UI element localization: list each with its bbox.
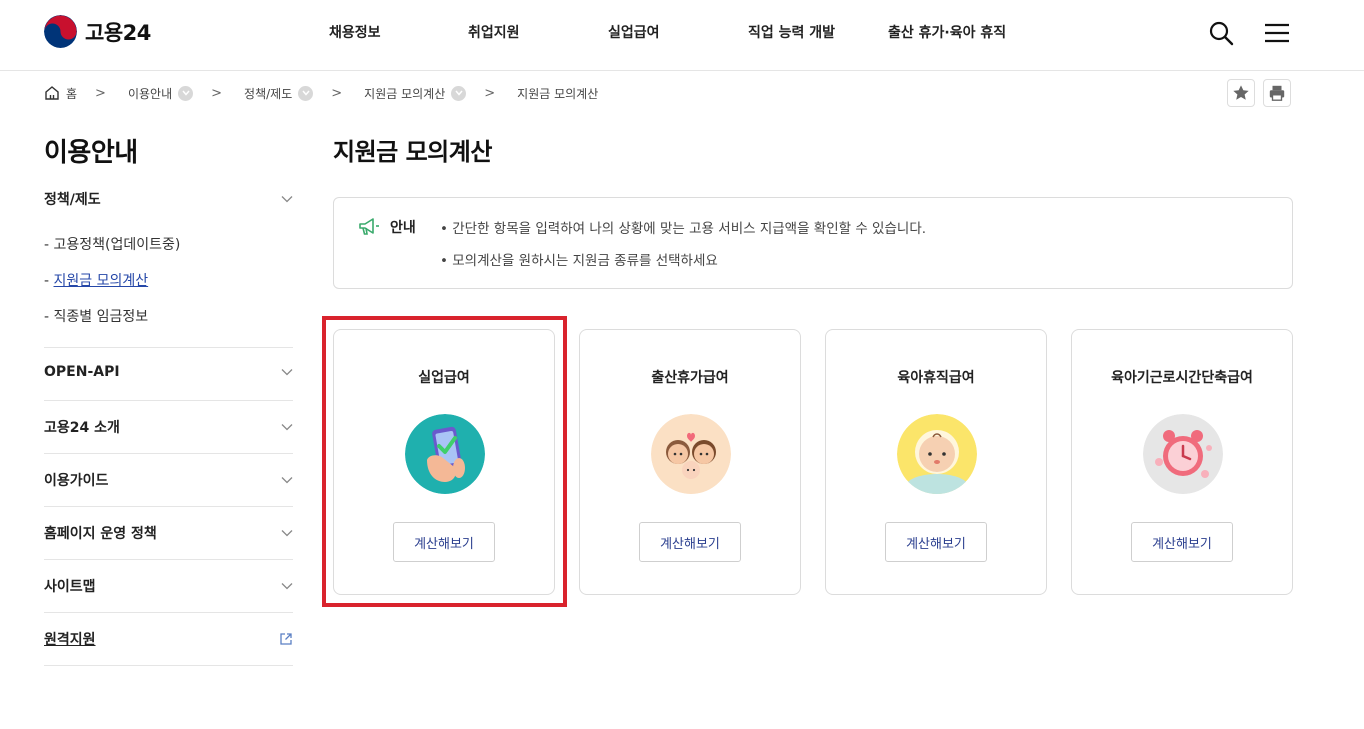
chevron-down-icon bbox=[281, 369, 293, 376]
logo-text: 고용24 bbox=[85, 20, 151, 45]
alarm-clock-icon bbox=[1143, 414, 1223, 494]
sidebar-menu: 정책/제도 - 고용정책(업데이트중) - 지원금 모의계산 - 직종별 임금정… bbox=[44, 188, 293, 666]
nav-item-unemployment-benefit[interactable]: 실업급여 bbox=[608, 22, 660, 42]
breadcrumb-current-label: 지원금 모의계산 bbox=[517, 86, 599, 101]
star-icon bbox=[1233, 85, 1249, 100]
sidebar-group-operation-policy: 홈페이지 운영 정책 bbox=[44, 507, 293, 560]
card-unemployment-benefit[interactable]: 실업급여 계산해보기 bbox=[333, 329, 555, 595]
sidebar-item-label: OPEN-API bbox=[44, 364, 120, 380]
sidebar-title: 이용안내 bbox=[44, 138, 138, 168]
sidebar-group-policy: 정책/제도 - 고용정책(업데이트중) - 지원금 모의계산 - 직종별 임금정… bbox=[44, 188, 293, 348]
sidebar-sub-simulation[interactable]: - 지원금 모의계산 bbox=[44, 270, 148, 290]
sidebar-item-policy[interactable]: 정책/제도 bbox=[44, 188, 293, 210]
notice-box: 안내 • 간단한 항목을 입력하여 나의 상황에 맞는 고용 서비스 지급액을 … bbox=[333, 197, 1293, 289]
home-icon bbox=[45, 86, 59, 100]
breadcrumb-home-label: 홈 bbox=[66, 86, 78, 101]
chevron-right-icon: > bbox=[331, 85, 343, 101]
baby-icon bbox=[897, 414, 977, 494]
breadcrumb-simulation-label: 지원금 모의계산 bbox=[364, 86, 446, 101]
chevron-down-icon bbox=[281, 196, 293, 203]
chevron-down-icon[interactable] bbox=[178, 85, 194, 101]
breadcrumb-guide-label: 이용안내 bbox=[127, 86, 173, 101]
phone-check-icon bbox=[405, 414, 485, 494]
site-header: 고용24 채용정보 취업지원 실업급여 직업 능력 개발 출산 휴가·육아 휴직 bbox=[0, 0, 1364, 71]
sidebar-sub-prefix: - bbox=[44, 273, 54, 289]
print-button[interactable] bbox=[1263, 79, 1291, 107]
sidebar-item-about[interactable]: 고용24 소개 bbox=[44, 417, 293, 437]
sidebar-sub-employment-policy[interactable]: - 고용정책(업데이트중) bbox=[44, 234, 180, 254]
calculate-button[interactable]: 계산해보기 bbox=[639, 522, 741, 562]
hamburger-icon[interactable] bbox=[1264, 20, 1290, 46]
sidebar-group-about: 고용24 소개 bbox=[44, 401, 293, 454]
favorite-button[interactable] bbox=[1227, 79, 1255, 107]
chevron-down-icon bbox=[281, 477, 293, 484]
sidebar-item-label: 고용24 소개 bbox=[44, 420, 120, 436]
card-title: 육아휴직급여 bbox=[897, 370, 975, 386]
card-title: 육아기근로시간단축급여 bbox=[1111, 370, 1253, 386]
breadcrumb-guide[interactable]: 이용안내 bbox=[127, 85, 194, 102]
search-icon[interactable] bbox=[1208, 20, 1234, 46]
breadcrumb-policy-label: 정책/제도 bbox=[244, 86, 293, 101]
notice-label-text: 안내 bbox=[390, 220, 416, 236]
card-maternity-benefit[interactable]: 출산휴가급여 계산해보기 bbox=[579, 329, 801, 595]
breadcrumb: 홈 > 이용안내 > 정책/제도 > 지원금 모의계산 > 지원금 모의계산 bbox=[44, 82, 598, 104]
sidebar-item-label: 홈페이지 운영 정책 bbox=[44, 526, 157, 542]
megaphone-icon bbox=[359, 218, 379, 235]
sidebar-item-remote-support[interactable]: 원격지원 bbox=[44, 629, 293, 649]
chevron-down-icon bbox=[281, 424, 293, 431]
sidebar-sub-simulation-label: 지원금 모의계산 bbox=[53, 273, 149, 289]
notice-label: 안내 bbox=[358, 217, 416, 237]
notice-line: • 모의계산을 원하시는 지원금 종류를 선택하세요 bbox=[440, 253, 718, 269]
breadcrumb-current: 지원금 모의계산 bbox=[517, 85, 598, 102]
card-reduced-hours-benefit[interactable]: 육아기근로시간단축급여 계산해보기 bbox=[1071, 329, 1293, 595]
breadcrumb-home[interactable]: 홈 bbox=[44, 85, 77, 102]
nav-item-employment-support[interactable]: 취업지원 bbox=[468, 22, 520, 42]
chevron-right-icon: > bbox=[484, 85, 496, 101]
sidebar-group-guide: 이용가이드 bbox=[44, 454, 293, 507]
sidebar-item-operation-policy[interactable]: 홈페이지 운영 정책 bbox=[44, 523, 293, 543]
chevron-down-icon bbox=[281, 530, 293, 537]
breadcrumb-simulation[interactable]: 지원금 모의계산 bbox=[364, 85, 467, 102]
page-title: 지원금 모의계산 bbox=[333, 138, 492, 166]
breadcrumb-policy[interactable]: 정책/제도 bbox=[244, 85, 314, 102]
sidebar-group-openapi: OPEN-API bbox=[44, 348, 293, 401]
chevron-down-icon[interactable] bbox=[451, 85, 467, 101]
nav-item-jobs[interactable]: 채용정보 bbox=[329, 22, 381, 42]
external-link-icon bbox=[280, 633, 292, 645]
sidebar-item-label: 원격지원 bbox=[44, 632, 96, 648]
card-parental-leave-benefit[interactable]: 육아휴직급여 계산해보기 bbox=[825, 329, 1047, 595]
card-title: 출산휴가급여 bbox=[651, 370, 729, 386]
sidebar-item-openapi[interactable]: OPEN-API bbox=[44, 364, 293, 380]
chevron-right-icon: > bbox=[95, 85, 106, 101]
card-title: 실업급여 bbox=[418, 370, 470, 386]
notice-line: • 간단한 항목을 입력하여 나의 상황에 맞는 고용 서비스 지급액을 확인할… bbox=[440, 221, 927, 237]
calculate-button[interactable]: 계산해보기 bbox=[393, 522, 495, 562]
print-icon bbox=[1269, 85, 1285, 101]
sidebar-item-label: 정책/제도 bbox=[44, 192, 101, 208]
chevron-right-icon: > bbox=[211, 85, 223, 101]
couple-baby-icon bbox=[651, 414, 731, 494]
sidebar-item-label: 이용가이드 bbox=[44, 473, 109, 489]
sidebar-group-sitemap: 사이트맵 bbox=[44, 560, 293, 613]
chevron-down-icon[interactable] bbox=[298, 85, 314, 101]
calculate-button[interactable]: 계산해보기 bbox=[885, 522, 987, 562]
sidebar-sub-wage-info[interactable]: - 직종별 임금정보 bbox=[44, 306, 148, 326]
sidebar-group-remote: 원격지원 bbox=[44, 613, 293, 666]
nav-item-job-skills[interactable]: 직업 능력 개발 bbox=[748, 22, 835, 42]
site-logo[interactable]: 고용24 bbox=[44, 15, 151, 48]
chevron-down-icon bbox=[281, 583, 293, 590]
taegeuk-logo-icon bbox=[44, 15, 77, 48]
nav-item-parental-leave[interactable]: 출산 휴가·육아 휴직 bbox=[888, 22, 1006, 42]
sidebar-item-guide[interactable]: 이용가이드 bbox=[44, 470, 293, 490]
sidebar-item-sitemap[interactable]: 사이트맵 bbox=[44, 576, 293, 596]
calculate-button[interactable]: 계산해보기 bbox=[1131, 522, 1233, 562]
sidebar-item-label: 사이트맵 bbox=[44, 579, 96, 595]
